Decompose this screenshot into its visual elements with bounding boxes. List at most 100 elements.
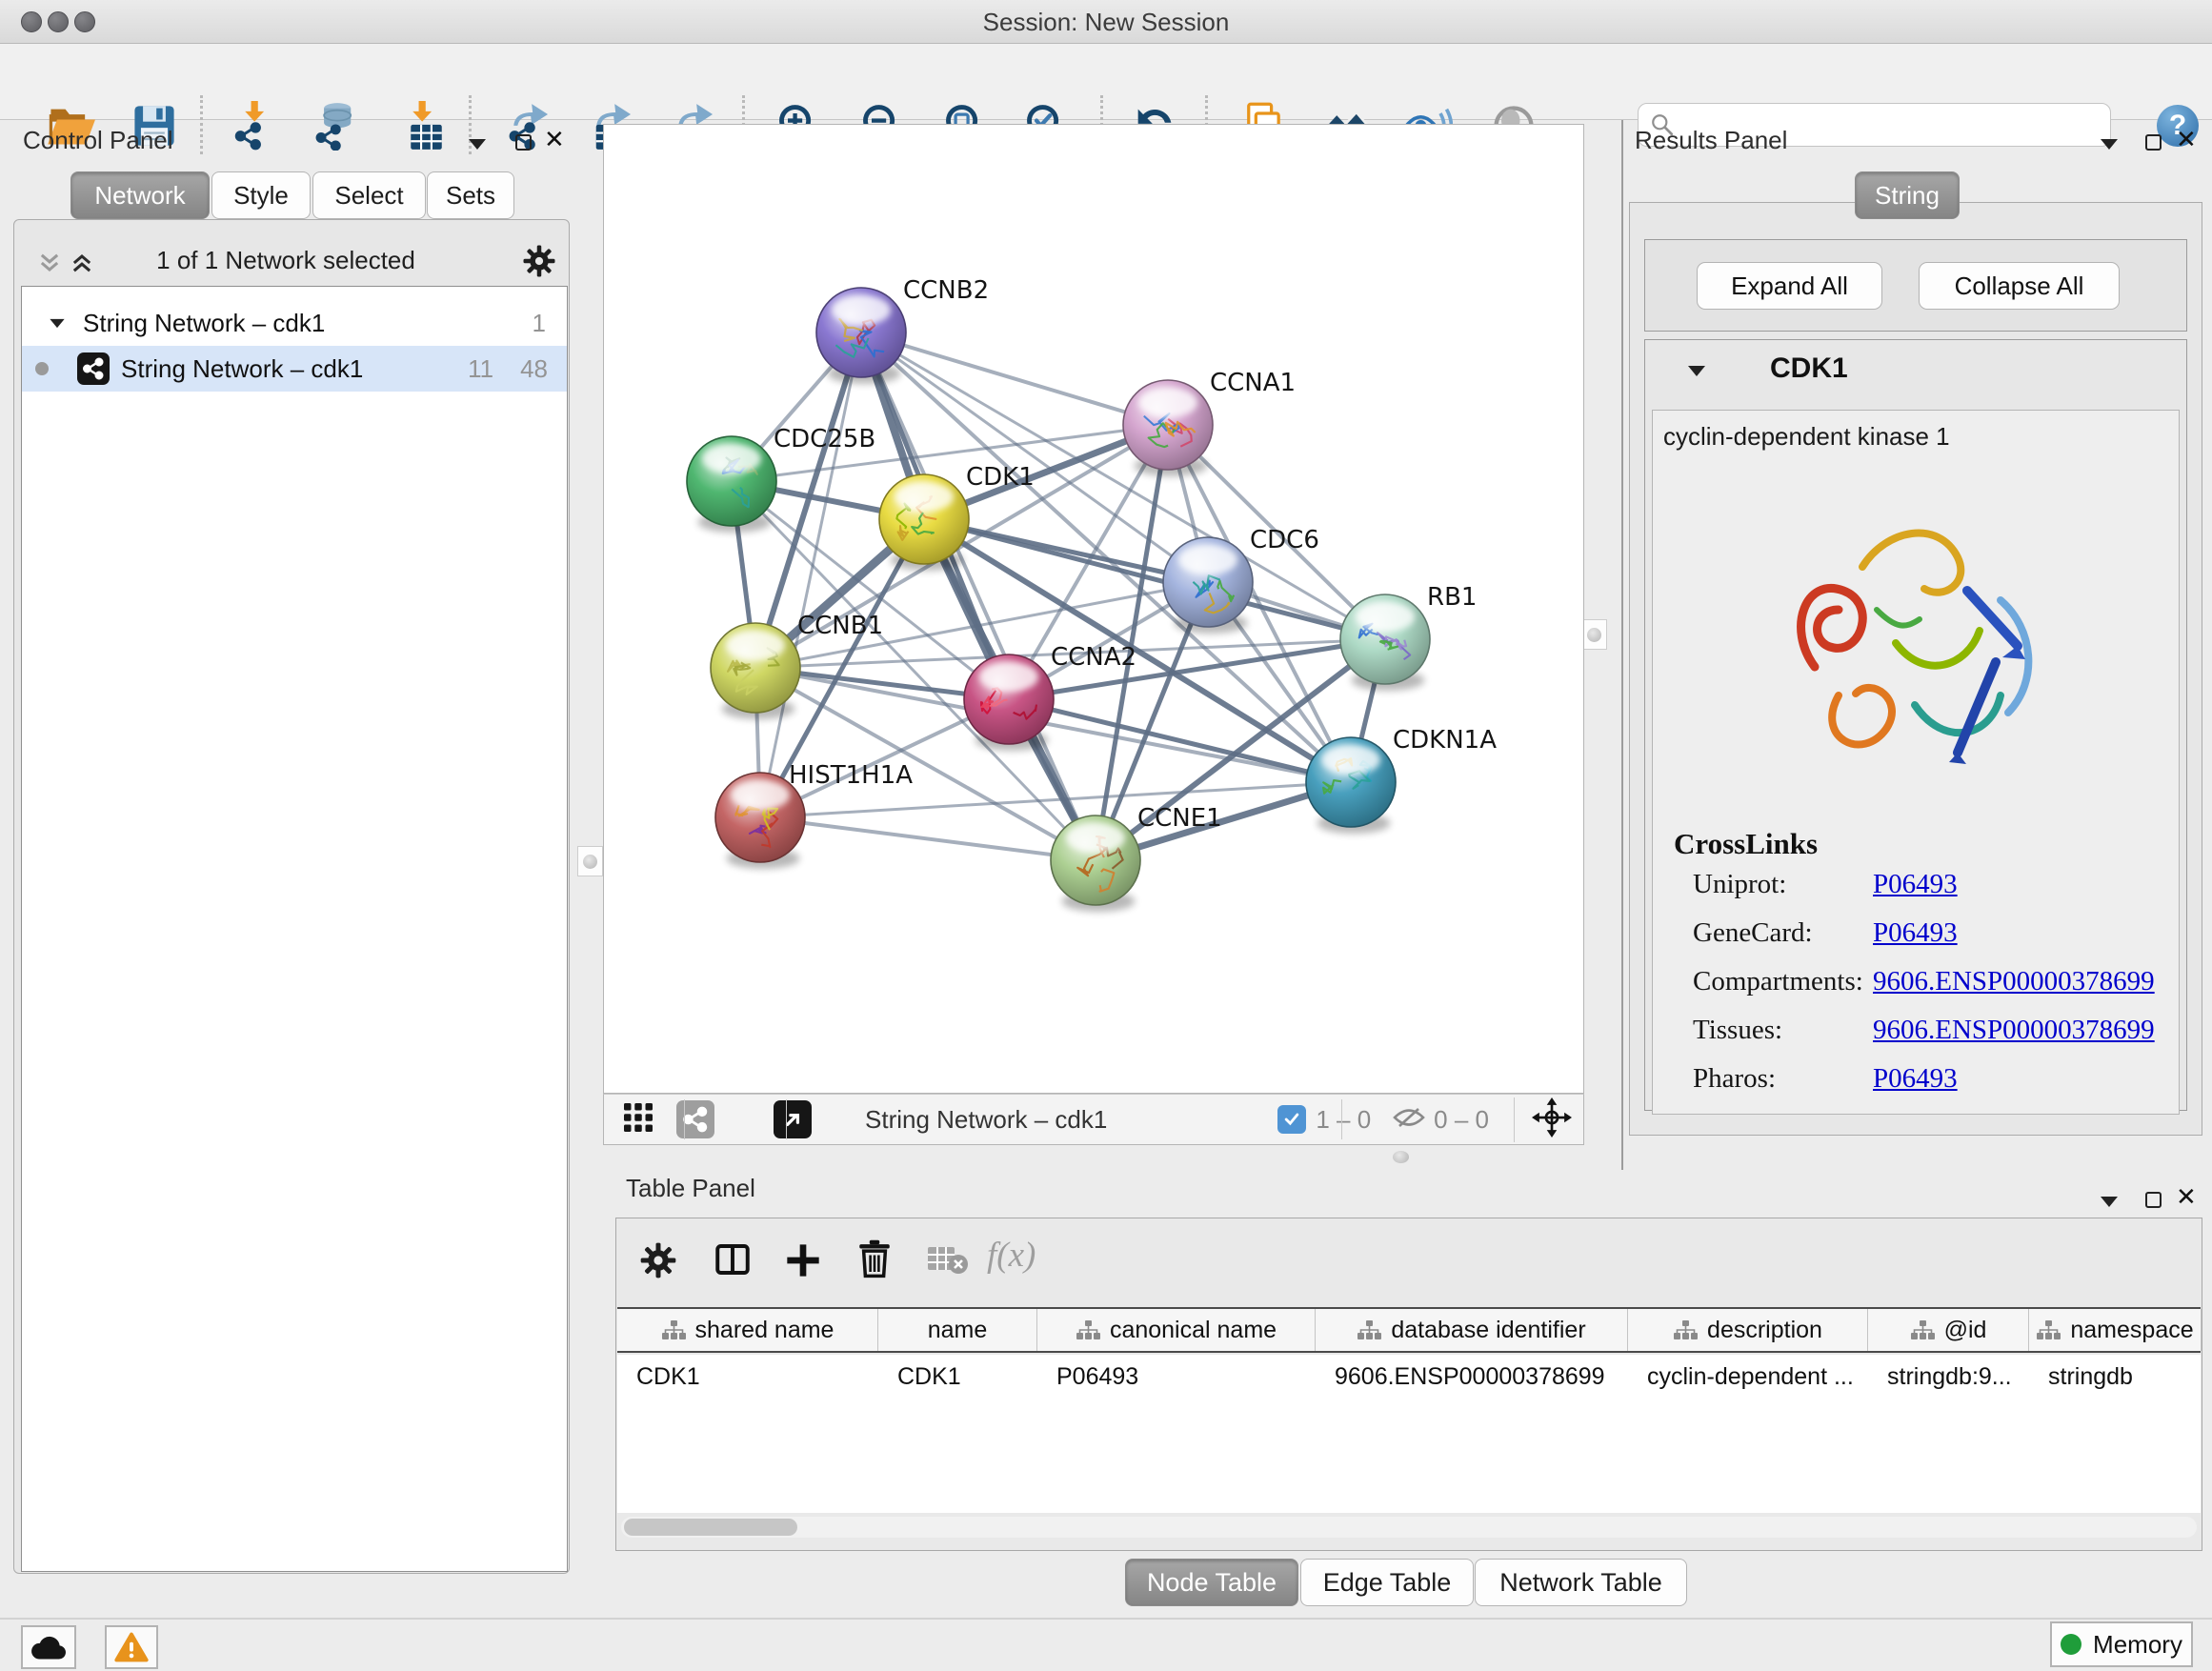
network-overview-icon[interactable] [676, 1100, 714, 1138]
table-settings-gear-icon[interactable] [639, 1241, 677, 1279]
tab-sets[interactable]: Sets [427, 171, 514, 219]
collection-count: 1 [533, 309, 546, 338]
column-label: canonical name [1110, 1317, 1277, 1344]
right-splitter-handle[interactable] [1581, 619, 1607, 650]
column-label: shared name [695, 1317, 835, 1344]
horizontal-scrollbar[interactable] [621, 1517, 2197, 1538]
tab-edge-table[interactable]: Edge Table [1300, 1559, 1474, 1606]
import-table-file-icon[interactable] [392, 95, 449, 156]
edge-CCNB2-HIST1H1A[interactable] [760, 332, 861, 817]
column-header-namespace[interactable]: namespace [2029, 1309, 2202, 1351]
table-panel-float-icon[interactable] [2145, 1192, 2162, 1208]
results-panel-menu-icon[interactable] [2101, 139, 2118, 150]
column-header-description[interactable]: description [1628, 1309, 1868, 1351]
node-label-CCNA1: CCNA1 [1210, 369, 1296, 397]
add-column-icon[interactable] [784, 1241, 822, 1279]
gene-section-expander-icon[interactable] [1688, 366, 1705, 376]
delete-column-trash-icon[interactable] [855, 1238, 894, 1278]
tab-node-table[interactable]: Node Table [1125, 1559, 1298, 1606]
title-bar: Session: New Session [0, 0, 2212, 44]
column-header-name[interactable]: name [878, 1309, 1037, 1351]
selected-nodes-checkbox[interactable] [1277, 1105, 1306, 1134]
control-panel-float-icon[interactable] [515, 134, 532, 151]
collection-expander-icon[interactable] [50, 318, 64, 327]
table-header-row: shared name name canonical name database id… [617, 1307, 2201, 1353]
collapse-all-button[interactable]: Collapse All [1919, 262, 2120, 310]
column-label: database identifier [1391, 1317, 1585, 1344]
crosslink-value-link[interactable]: P06493 [1873, 1063, 1958, 1094]
function-builder-icon[interactable]: f(x) [987, 1235, 1036, 1276]
expand-all-button[interactable]: Expand All [1697, 262, 1882, 310]
network-graph[interactable]: CCNB2CCNA1CDC25BCDK1CDC6RB1CCNB1CCNA2CDK… [604, 125, 1583, 1093]
crosslink-label: Pharos: [1693, 1063, 1873, 1095]
node-CDC25B[interactable] [687, 436, 776, 533]
table-panel-menu-icon[interactable] [2101, 1197, 2118, 1207]
crosslink-value-link[interactable]: P06493 [1873, 917, 1958, 948]
column-label: @id [1944, 1317, 1987, 1344]
results-panel-close-icon[interactable]: ✕ [2176, 130, 2197, 151]
open-in-new-window-icon[interactable] [774, 1100, 812, 1138]
table-cell[interactable]: stringdb [2029, 1355, 2202, 1399]
table-cell[interactable]: stringdb:9... [1868, 1355, 2029, 1399]
table-cell[interactable]: 9606.ENSP00000378699 [1316, 1355, 1628, 1399]
tab-network[interactable]: Network [70, 171, 210, 219]
node-CDK1[interactable] [879, 474, 969, 571]
horizontal-splitter-handle[interactable] [1393, 1151, 1409, 1163]
table-row[interactable]: CDK1CDK1P064939606.ENSP00000378699cyclin… [617, 1355, 2201, 1399]
column-header-canonical-name[interactable]: canonical name [1037, 1309, 1316, 1351]
edge-CCNB2-CCNA1[interactable] [861, 332, 1168, 425]
column-header--id[interactable]: @id [1868, 1309, 2029, 1351]
column-header-shared-name[interactable]: shared name [617, 1309, 878, 1351]
cloud-icon [30, 1633, 68, 1661]
table-cell[interactable]: CDK1 [878, 1355, 1037, 1399]
cloud-services-button[interactable] [21, 1625, 76, 1669]
crosslink-label: Compartments: [1693, 966, 1873, 997]
tab-select[interactable]: Select [312, 171, 426, 219]
network-view-canvas[interactable]: CCNB2CCNA1CDC25BCDK1CDC6RB1CCNB1CCNA2CDK… [603, 124, 1584, 1094]
crosslink-label: Uniprot: [1693, 869, 1873, 900]
column-label: name [928, 1317, 988, 1344]
column-label: namespace [2070, 1317, 2193, 1344]
results-panel-border [1621, 120, 1623, 1170]
expand-all-chevron-icon[interactable] [69, 250, 95, 281]
collapse-all-chevron-icon[interactable] [36, 250, 63, 281]
delete-table-icon[interactable] [927, 1245, 969, 1276]
memory-button[interactable]: Memory [2050, 1621, 2193, 1667]
node-CDKN1A[interactable] [1306, 737, 1396, 834]
tab-network-table[interactable]: Network Table [1475, 1559, 1687, 1606]
node-RB1[interactable] [1340, 594, 1430, 691]
tab-style[interactable]: Style [211, 171, 311, 219]
crosslink-value-link[interactable]: P06493 [1873, 869, 1958, 899]
node-label-CCNB2: CCNB2 [903, 276, 989, 305]
tab-string[interactable]: String [1855, 171, 1960, 219]
import-network-database-icon[interactable] [307, 95, 364, 156]
crosslink-row: GeneCard:P06493 [1693, 917, 2188, 966]
control-panel-menu-icon[interactable] [469, 139, 486, 150]
control-panel-close-icon[interactable]: ✕ [544, 130, 565, 151]
node-CCNE1[interactable] [1051, 815, 1140, 912]
table-cell[interactable]: cyclin-dependent ... [1628, 1355, 1868, 1399]
pan-crosshair-icon[interactable] [1514, 1097, 1572, 1142]
crosslink-value-link[interactable]: 9606.ENSP00000378699 [1873, 1015, 2155, 1045]
column-header-database-identifier[interactable]: database identifier [1316, 1309, 1628, 1351]
warnings-button[interactable] [105, 1625, 158, 1669]
network-options-gear-icon[interactable] [522, 244, 556, 283]
gene-description: cyclin-dependent kinase 1 [1663, 422, 1950, 452]
import-network-file-icon[interactable] [224, 95, 281, 156]
crosslink-value-link[interactable]: 9606.ENSP00000378699 [1873, 966, 2155, 997]
horizontal-scrollbar-thumb[interactable] [624, 1519, 797, 1536]
node-CCNB1[interactable] [711, 623, 800, 719]
birds-eye-grid-icon[interactable] [621, 1100, 655, 1139]
left-splitter-handle[interactable] [577, 846, 603, 876]
show-columns-icon[interactable] [713, 1239, 753, 1279]
table-cell[interactable]: P06493 [1037, 1355, 1316, 1399]
network-row-selected[interactable]: String Network – cdk1 11 48 [22, 346, 567, 392]
network-collection-row[interactable]: String Network – cdk1 1 [22, 300, 567, 346]
edge-HIST1H1A-CCNE1[interactable] [760, 817, 1096, 860]
table-cell[interactable]: CDK1 [617, 1355, 878, 1399]
results-panel-float-icon[interactable] [2145, 134, 2162, 151]
column-tree-icon [1910, 1319, 1936, 1340]
node-CCNA1[interactable] [1123, 380, 1213, 476]
table-panel-close-icon[interactable]: ✕ [2176, 1187, 2197, 1208]
node-CDC6[interactable] [1163, 537, 1253, 634]
